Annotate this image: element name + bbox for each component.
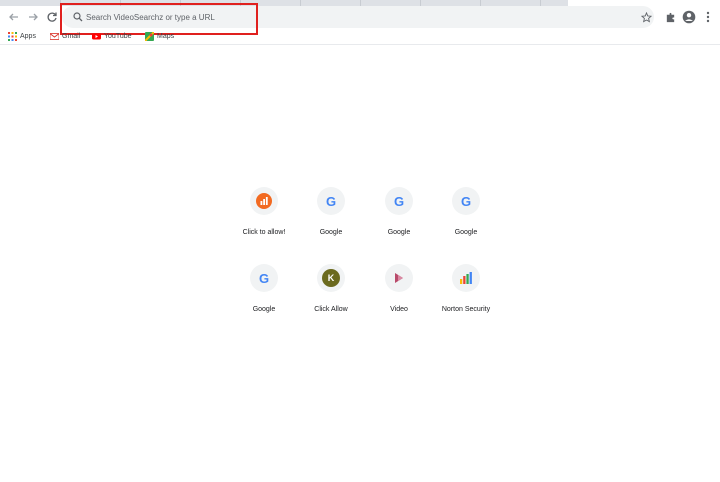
menu-button[interactable] — [700, 9, 716, 25]
youtube-icon — [92, 33, 101, 39]
video-icon — [395, 273, 403, 283]
profile-button[interactable] — [681, 9, 697, 25]
shortcut-icon-circle — [452, 264, 480, 292]
bookmark-label: YouTube — [104, 32, 132, 40]
bookmark-label: Apps — [20, 32, 36, 40]
star-icon — [640, 11, 652, 23]
shortcut-label: Video — [390, 306, 408, 313]
bookmarks-bar: Apps Gmail YouTube Maps — [0, 28, 720, 45]
address-input[interactable] — [86, 9, 606, 25]
shortcut-icon-circle: G — [385, 187, 413, 215]
bookmark-label: Gmail — [62, 32, 81, 40]
maps-icon — [145, 31, 154, 41]
google-g-icon: G — [325, 193, 337, 209]
bookmark-star-button[interactable] — [638, 9, 654, 25]
forward-arrow-icon — [29, 13, 38, 21]
reload-icon — [47, 12, 57, 22]
search-icon — [73, 12, 83, 22]
bookmark-youtube[interactable]: YouTube — [92, 30, 132, 42]
shortcut-label: Norton Security — [441, 306, 491, 313]
shortcut-label: Google — [454, 229, 478, 236]
shortcut-label: Google — [387, 229, 411, 236]
shortcut-label: Google — [252, 306, 276, 313]
gmail-icon — [50, 32, 59, 40]
address-bar[interactable] — [62, 6, 654, 28]
extensions-button[interactable] — [662, 9, 678, 25]
bookmark-gmail[interactable]: Gmail — [50, 30, 80, 42]
apps-grid-icon — [8, 31, 17, 41]
shortcut-norton-security[interactable]: Norton Security — [426, 264, 506, 334]
bookmark-apps[interactable]: Apps — [8, 30, 36, 42]
shortcut-icon-circle: G — [452, 187, 480, 215]
shortcut-icon-circle: G — [250, 264, 278, 292]
bookmark-maps[interactable]: Maps — [145, 30, 174, 42]
back-arrow-icon — [9, 13, 18, 21]
orange-chart-icon — [256, 193, 272, 209]
more-vert-icon — [706, 11, 710, 23]
shortcut-icon-circle — [385, 264, 413, 292]
browser-toolbar — [0, 6, 720, 28]
google-g-icon: G — [258, 270, 270, 286]
forward-button[interactable] — [25, 9, 41, 25]
account-circle-icon — [682, 10, 696, 24]
shortcut-label: Google — [319, 229, 343, 236]
shortcut-icon-circle — [250, 187, 278, 215]
shortcut-label: Click to allow! — [242, 229, 286, 236]
shortcut-label: Click Allow — [314, 306, 348, 313]
google-g-icon: G — [460, 193, 472, 209]
bookmark-label: Maps — [157, 32, 175, 40]
shortcut-icon-circle: K — [317, 264, 345, 292]
reload-button[interactable] — [44, 9, 60, 25]
bar-chart-icon — [460, 272, 472, 284]
google-g-icon: G — [393, 193, 405, 209]
shortcut-google[interactable]: G Google — [426, 187, 506, 257]
shortcut-icon-circle: G — [317, 187, 345, 215]
letter-k-icon: K — [322, 269, 340, 287]
back-button[interactable] — [6, 9, 22, 25]
puzzle-icon — [666, 12, 674, 22]
